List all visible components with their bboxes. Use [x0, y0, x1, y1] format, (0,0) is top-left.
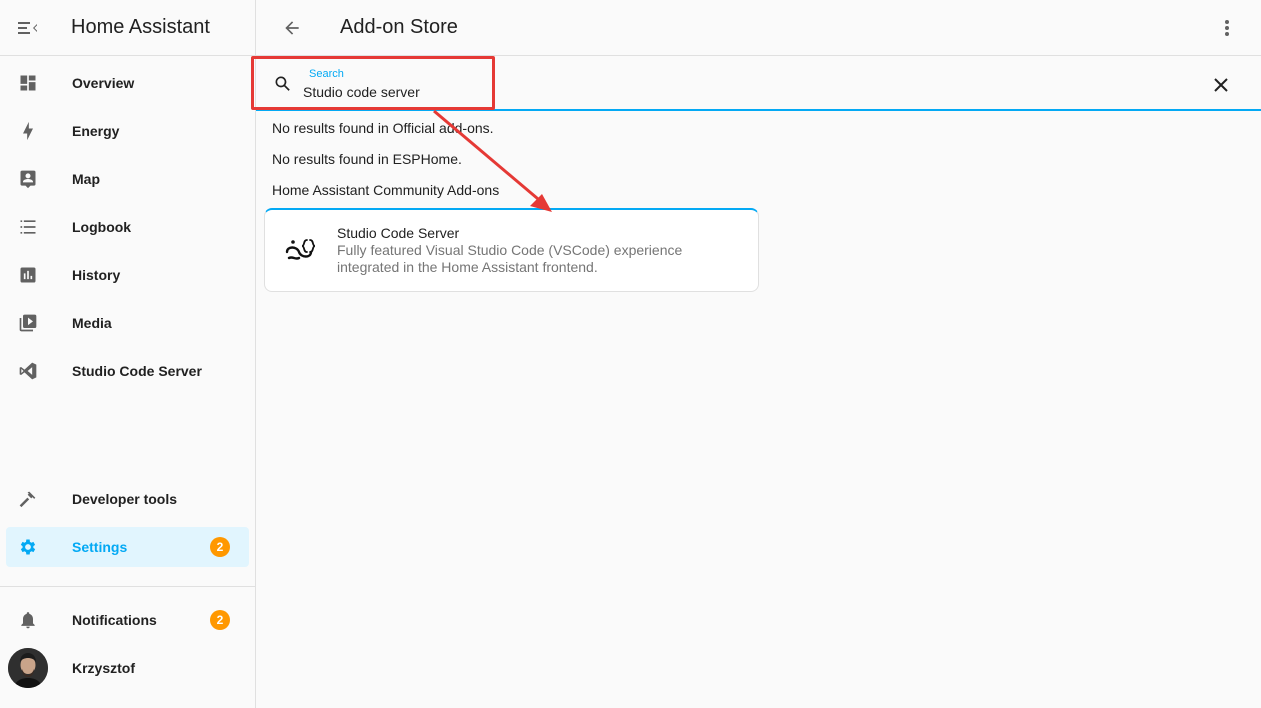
more-options-button[interactable] [1213, 14, 1241, 42]
dots-vertical-icon [1225, 20, 1229, 36]
sidebar-item-label: Settings [72, 539, 128, 555]
sidebar-item-label: Studio Code Server [72, 363, 202, 379]
sidebar-header: Home Assistant [0, 0, 255, 56]
list-icon [20, 220, 36, 234]
search-label: Search [309, 68, 344, 80]
community-heading: Home Assistant Community Add-ons [272, 182, 500, 198]
clear-search-button[interactable] [1209, 73, 1233, 97]
sidebar-item-label: Map [72, 171, 100, 187]
no-results-official: No results found in Official add-ons. [272, 120, 494, 136]
vscode-icon [19, 362, 37, 380]
back-button[interactable] [268, 4, 316, 52]
search-input[interactable] [303, 82, 903, 102]
sidebar-item-developer-tools[interactable]: Developer tools [6, 479, 249, 519]
arrow-left-icon [285, 20, 299, 35]
sidebar-item-logbook[interactable]: Logbook [6, 207, 249, 247]
studio-code-server-logo-icon [285, 239, 316, 260]
no-results-esphome: No results found in ESPHome. [272, 151, 462, 167]
sidebar-item-settings[interactable]: Settings 2 [6, 527, 249, 567]
top-bar: Add-on Store [256, 0, 1261, 56]
page-title: Add-on Store [340, 16, 458, 38]
menu-collapse-icon [18, 21, 37, 34]
sidebar-item-notifications[interactable]: Notifications 2 [6, 600, 249, 640]
settings-badge: 2 [210, 537, 230, 557]
avatar [8, 648, 48, 688]
lightning-icon [23, 121, 33, 141]
addon-description: Fully featured Visual Studio Code (VSCod… [337, 242, 683, 275]
close-icon [1214, 78, 1228, 92]
gear-icon [20, 539, 36, 555]
sidebar-item-map[interactable]: Map [6, 159, 249, 199]
addon-card-studio-code-server[interactable]: Studio Code Server Fully featured Visual… [264, 208, 759, 292]
sidebar-divider [0, 586, 255, 587]
sidebar: Home Assistant Overview Energy Map Logbo… [0, 0, 256, 708]
sidebar-item-label: Media [72, 315, 112, 331]
media-icon [19, 314, 37, 332]
search-bar: Search [251, 56, 1261, 111]
sidebar-item-label: Energy [72, 123, 120, 139]
sidebar-item-energy[interactable]: Energy [6, 111, 249, 151]
sidebar-item-overview[interactable]: Overview [6, 63, 249, 103]
sidebar-item-studio-code-server[interactable]: Studio Code Server [6, 351, 249, 391]
hammer-icon [19, 491, 36, 508]
sidebar-item-label: Logbook [72, 219, 132, 235]
sidebar-item-history[interactable]: History [6, 255, 249, 295]
addon-title: Studio Code Server [337, 225, 460, 241]
bell-icon [21, 612, 35, 629]
sidebar-item-label: Notifications [72, 612, 157, 628]
sidebar-item-label: History [72, 267, 121, 283]
sidebar-title: Home Assistant [71, 16, 210, 38]
menu-toggle-button[interactable] [0, 0, 56, 56]
chart-icon [20, 267, 36, 283]
dashboard-icon [20, 75, 36, 91]
search-icon [275, 76, 290, 91]
sidebar-item-media[interactable]: Media [6, 303, 249, 343]
sidebar-item-label: Overview [72, 75, 135, 91]
map-person-icon [20, 170, 36, 189]
sidebar-item-label: Developer tools [72, 491, 178, 507]
user-photo-icon [8, 648, 48, 688]
sidebar-item-user[interactable]: Krzysztof [6, 648, 249, 688]
main-content: Add-on Store Search No results found in … [251, 0, 1261, 708]
user-name: Krzysztof [72, 660, 136, 676]
notifications-badge: 2 [210, 610, 230, 630]
